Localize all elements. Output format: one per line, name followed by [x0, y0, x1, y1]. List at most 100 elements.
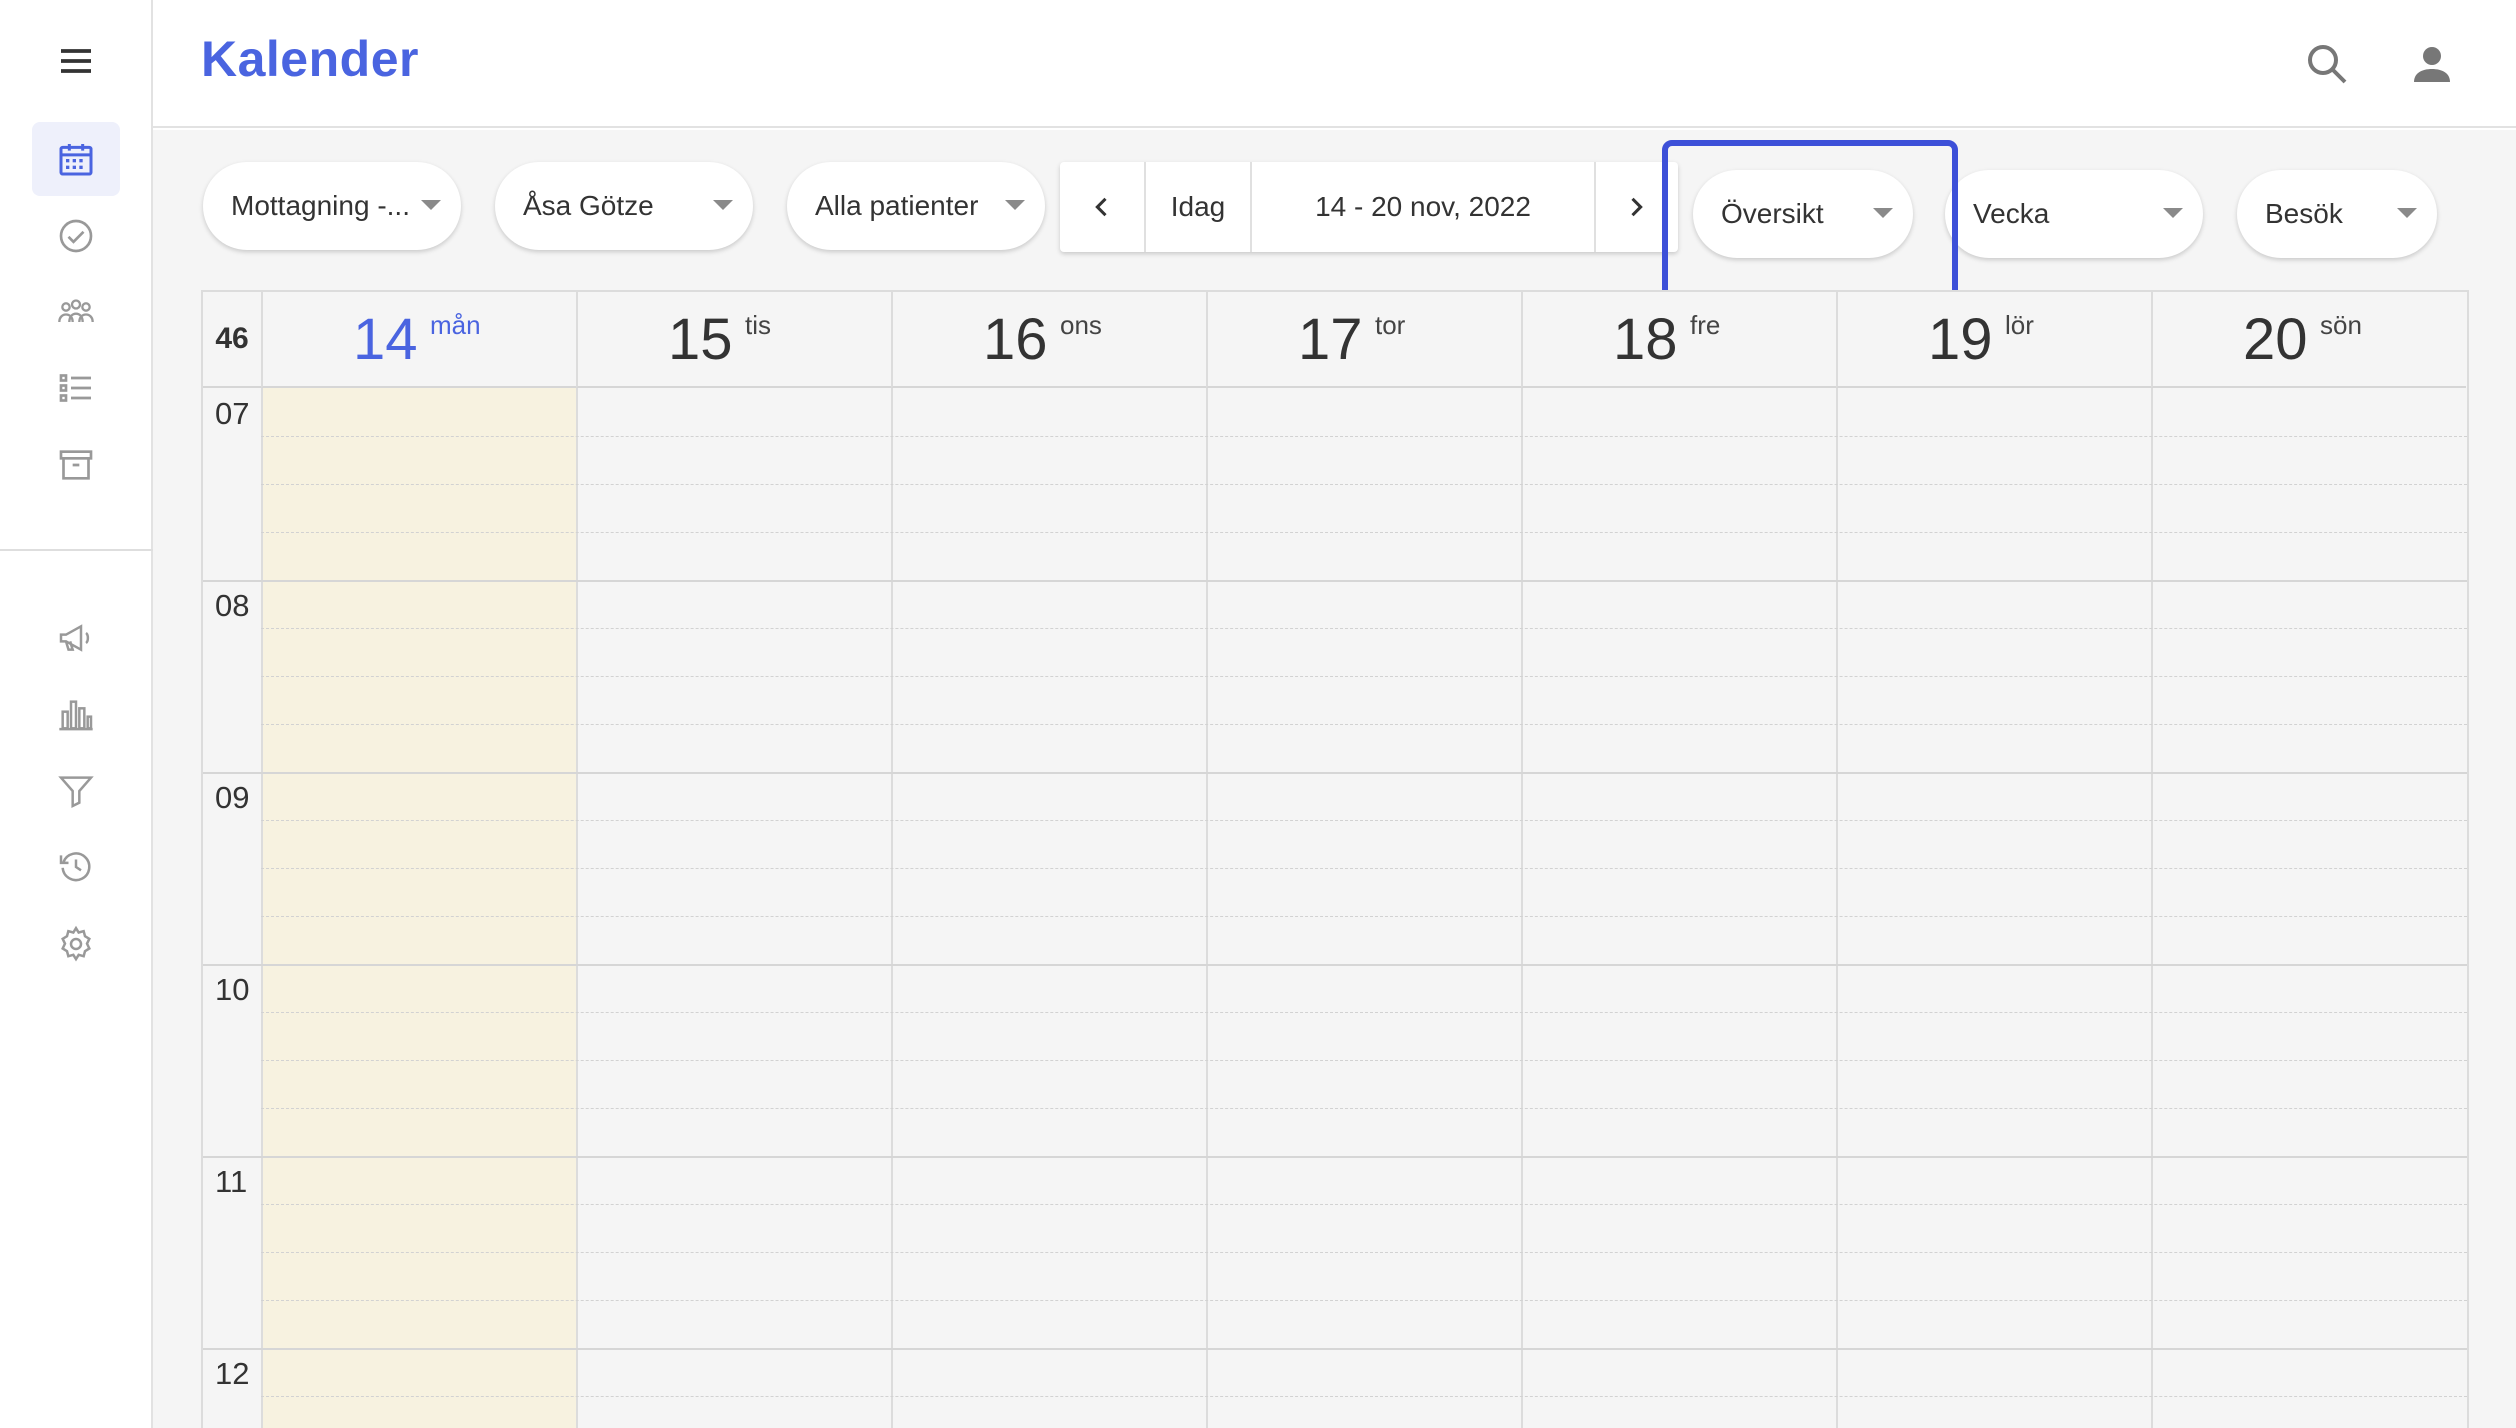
menu-icon: [61, 49, 91, 73]
day-number: 16: [983, 307, 1048, 372]
megaphone-icon: [59, 624, 90, 652]
week-number: 46: [203, 292, 261, 388]
calendar-icon: [59, 144, 93, 176]
menu-button[interactable]: [32, 24, 120, 98]
day-number: 17: [1298, 307, 1363, 372]
history-icon: [59, 852, 91, 882]
page-title: Kalender: [201, 31, 419, 87]
today-button[interactable]: Idag: [1146, 162, 1250, 252]
quarter-line: [261, 916, 2467, 917]
user-icon[interactable]: [2408, 40, 2456, 88]
hour-label: 07: [215, 396, 250, 431]
day-column[interactable]: [1836, 388, 2151, 1428]
day-column[interactable]: [891, 388, 1206, 1428]
day-header[interactable]: 15 tis: [576, 292, 891, 388]
nav-archive[interactable]: [32, 428, 120, 502]
day-name: mån: [430, 310, 481, 340]
day-column[interactable]: [261, 388, 576, 1428]
day-header[interactable]: 19 lör: [1836, 292, 2151, 388]
nav-groups[interactable]: [32, 275, 120, 349]
day-name: fre: [1690, 310, 1721, 340]
top-bar: Kalender: [153, 0, 2516, 128]
day-header[interactable]: 14 mån: [261, 292, 576, 388]
day-header[interactable]: 18 fre: [1521, 292, 1836, 388]
calendar-toolbar: Mottagning -... Åsa Götze Alla patienter…: [153, 130, 2516, 290]
hour-line: [203, 580, 2467, 582]
nav-filter[interactable]: [32, 754, 120, 828]
visit-type-select[interactable]: Besök: [2237, 170, 2437, 258]
day-number: 18: [1613, 307, 1678, 372]
date-navigation: Idag 14 - 20 nov, 2022: [1060, 162, 1678, 252]
quarter-line: [261, 436, 2467, 437]
day-name: sön: [2320, 310, 2362, 340]
previous-week-button[interactable]: [1060, 162, 1144, 252]
chevron-down-icon: [1005, 200, 1025, 210]
chevron-down-icon: [2397, 208, 2417, 218]
quarter-line: [261, 724, 2467, 725]
filter-icon: [58, 776, 94, 809]
list-icon: [59, 374, 91, 402]
patients-label: Alla patienter: [815, 190, 979, 221]
nav-settings[interactable]: [32, 907, 120, 981]
rail-divider: [0, 549, 153, 551]
practitioner-select[interactable]: Åsa Götze: [495, 162, 753, 250]
date-range-display[interactable]: 14 - 20 nov, 2022: [1252, 162, 1594, 252]
chevron-right-icon: [1631, 197, 1643, 217]
chevron-down-icon: [421, 200, 441, 210]
bar-chart-icon: [59, 700, 93, 731]
day-column[interactable]: [1521, 388, 1836, 1428]
nav-tasks[interactable]: [32, 199, 120, 273]
view-mode-select[interactable]: Vecka: [1945, 170, 2203, 258]
practitioner-label: Åsa Götze: [523, 190, 654, 221]
day-name: lör: [2005, 310, 2034, 340]
nav-calendar[interactable]: [32, 122, 120, 196]
quarter-line: [261, 1108, 2467, 1109]
day-name: ons: [1060, 310, 1102, 340]
hour-line: [203, 964, 2467, 966]
hour-label: 08: [215, 588, 250, 623]
day-column[interactable]: [1206, 388, 1521, 1428]
quarter-line: [261, 532, 2467, 533]
reception-select[interactable]: Mottagning -...: [203, 162, 461, 250]
nav-history[interactable]: [32, 830, 120, 904]
nav-list[interactable]: [32, 351, 120, 425]
quarter-line: [261, 1060, 2467, 1061]
quarter-line: [261, 1300, 2467, 1301]
nav-statistics[interactable]: [32, 678, 120, 752]
today-label: Idag: [1170, 191, 1226, 222]
side-rail: [0, 0, 153, 1428]
day-number: 14: [353, 307, 418, 372]
hour-label: 11: [215, 1164, 248, 1199]
archive-icon: [59, 450, 93, 480]
day-header[interactable]: 20 sön: [2151, 292, 2466, 388]
search-icon[interactable]: [2303, 40, 2351, 88]
day-column[interactable]: [576, 388, 891, 1428]
hour-line: [203, 1348, 2467, 1350]
day-name: tor: [1375, 310, 1406, 340]
reception-label: Mottagning -...: [231, 190, 410, 221]
quarter-line: [261, 484, 2467, 485]
day-header[interactable]: 17 tor: [1206, 292, 1521, 388]
day-number: 20: [2243, 307, 2308, 372]
day-number: 19: [1928, 307, 1993, 372]
check-circle-icon: [59, 219, 93, 253]
settings-icon: [61, 925, 91, 962]
quarter-line: [261, 1204, 2467, 1205]
day-name: tis: [745, 310, 771, 340]
hour-label: 12: [215, 1356, 250, 1391]
day-column[interactable]: [2151, 388, 2466, 1428]
group-icon: [58, 299, 94, 323]
hour-label: 10: [215, 972, 250, 1007]
view-mode-label: Vecka: [1973, 198, 2050, 229]
quarter-line: [261, 1396, 2467, 1397]
nav-announcements[interactable]: [32, 601, 120, 675]
quarter-line: [261, 1012, 2467, 1013]
patients-select[interactable]: Alla patienter: [787, 162, 1045, 250]
date-range-label: 14 - 20 nov, 2022: [1315, 191, 1531, 222]
quarter-line: [261, 820, 2467, 821]
hour-label: 09: [215, 780, 250, 815]
overview-highlight: [1662, 140, 1958, 304]
calendar-grid: 46 14 mån 15 tis 16 ons 17 tor 18 fre 19 lör 20 sön 0…: [201, 290, 2469, 1428]
day-header[interactable]: 16 ons: [891, 292, 1206, 388]
week-calendar: 46 14 mån 15 tis 16 ons 17 tor 18 fre 19 lör 20 sön 0…: [153, 290, 2516, 1428]
